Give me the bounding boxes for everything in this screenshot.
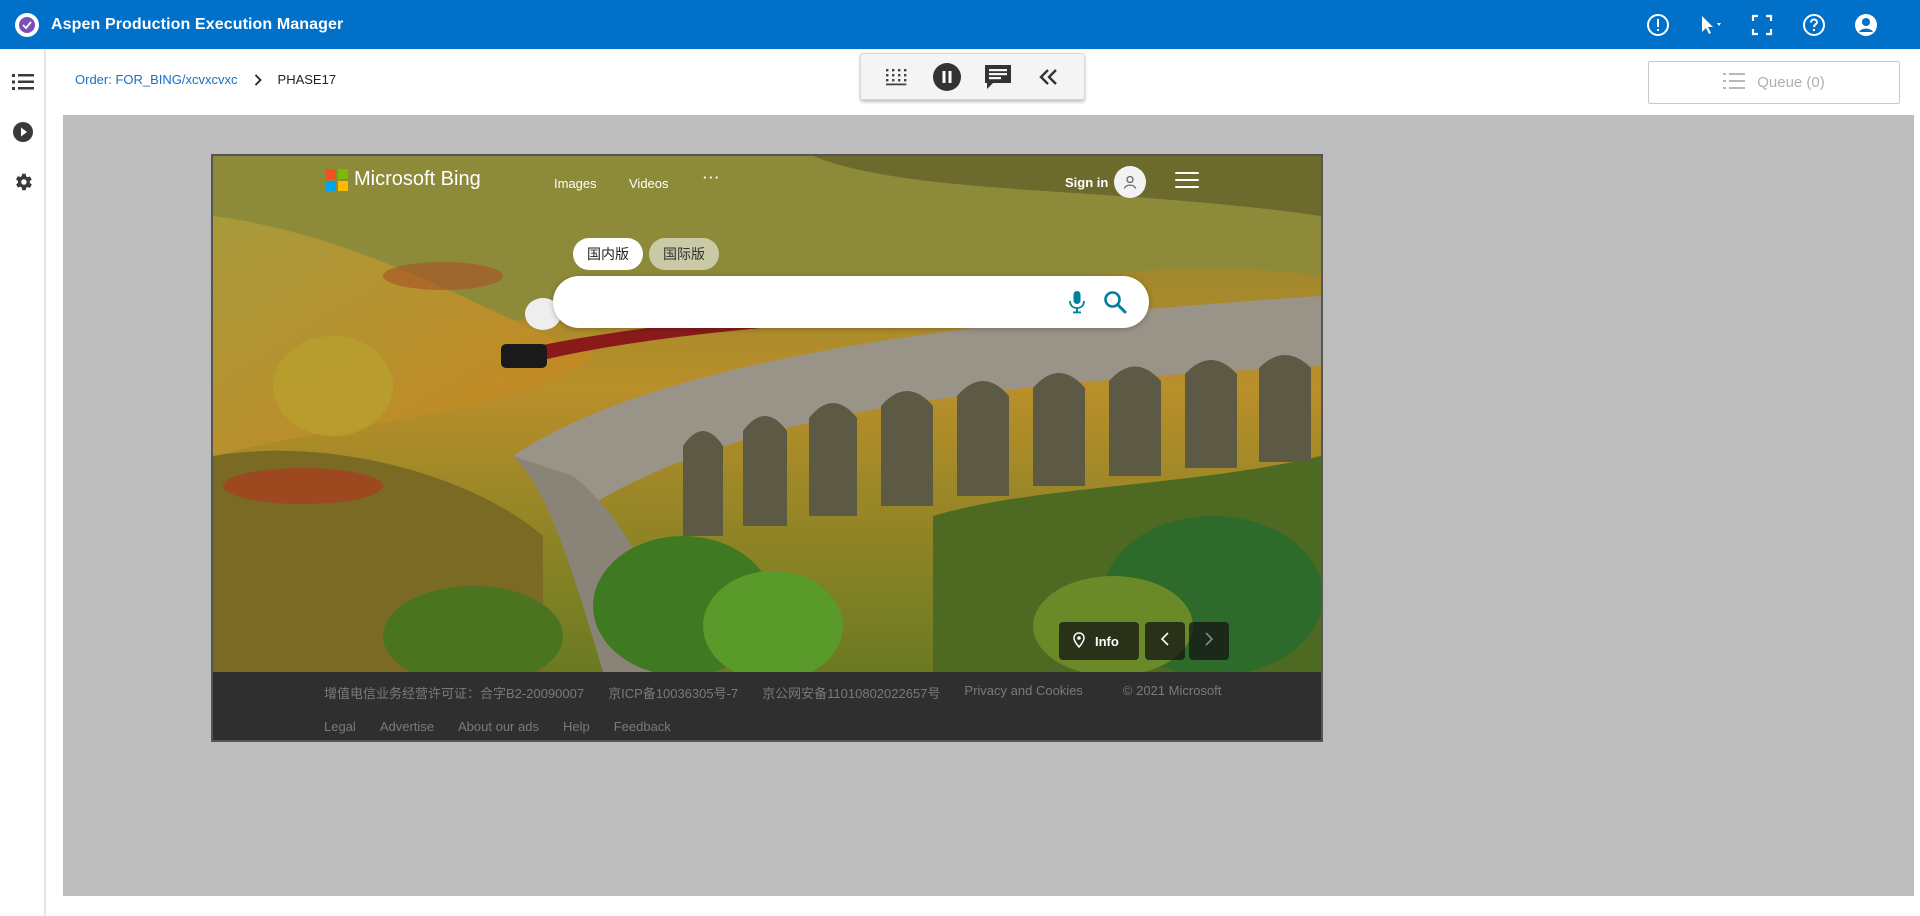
info-label: Info bbox=[1095, 633, 1119, 649]
sign-in-label: Sign in bbox=[1065, 174, 1109, 190]
fullscreen-icon[interactable] bbox=[1736, 0, 1788, 49]
footer-police-record[interactable]: 京公网安备11010802022657号 bbox=[762, 683, 940, 702]
left-sidebar bbox=[0, 49, 46, 916]
location-pin-icon bbox=[1073, 631, 1085, 651]
tab-domestic[interactable]: 国内版 bbox=[573, 238, 643, 270]
nav-videos[interactable]: Videos bbox=[629, 176, 669, 191]
previous-image-button[interactable] bbox=[1145, 622, 1185, 660]
bing-brand-text: Microsoft Bing bbox=[354, 168, 481, 190]
footer-feedback-link[interactable]: Feedback bbox=[614, 719, 671, 734]
collapse-left-icon[interactable] bbox=[1031, 59, 1067, 95]
footer-legal-link[interactable]: Legal bbox=[324, 719, 356, 734]
tab-international[interactable]: 国际版 bbox=[649, 238, 719, 270]
app-title: Aspen Production Execution Manager bbox=[51, 15, 344, 33]
search-box bbox=[553, 276, 1149, 328]
app-header: Aspen Production Execution Manager bbox=[0, 0, 1920, 49]
next-image-button[interactable] bbox=[1189, 622, 1229, 660]
footer-advertise-link[interactable]: Advertise bbox=[380, 719, 434, 734]
breadcrumb: Order: FOR_BING/xcvxcvxc PHASE17 bbox=[75, 72, 336, 87]
queue-label: Queue (0) bbox=[1757, 74, 1825, 91]
sign-in-button[interactable]: Sign in bbox=[1065, 166, 1147, 198]
microsoft-bing-logo[interactable]: Microsoft Bing bbox=[326, 168, 481, 191]
chevron-right-icon bbox=[254, 73, 262, 86]
bing-footer: 增值电信业务经营许可证：合字B2-20090007 京ICP备10036305号… bbox=[213, 672, 1321, 740]
account-icon[interactable] bbox=[1840, 0, 1892, 49]
list-icon[interactable] bbox=[10, 69, 36, 95]
alert-icon[interactable] bbox=[1632, 0, 1684, 49]
image-info-button[interactable]: Info bbox=[1059, 622, 1139, 660]
embedded-browser-view: Microsoft Bing Images Videos · · · Sign … bbox=[211, 154, 1323, 742]
comment-icon[interactable] bbox=[980, 59, 1016, 95]
session-toolbar bbox=[860, 53, 1085, 100]
keypad-icon[interactable] bbox=[878, 59, 914, 95]
settings-gear-icon[interactable] bbox=[10, 169, 36, 195]
search-input[interactable] bbox=[575, 276, 1045, 328]
nav-images[interactable]: Images bbox=[554, 176, 597, 191]
footer-legal-row: 增值电信业务经营许可证：合字B2-20090007 京ICP备10036305号… bbox=[324, 683, 1221, 702]
hamburger-menu-icon[interactable] bbox=[1175, 170, 1199, 190]
pause-icon[interactable] bbox=[929, 59, 965, 95]
breadcrumb-current: PHASE17 bbox=[277, 72, 337, 87]
queue-list-icon bbox=[1723, 72, 1746, 94]
footer-privacy-link[interactable]: Privacy and Cookies bbox=[964, 683, 1083, 702]
play-icon[interactable] bbox=[10, 119, 36, 145]
footer-license[interactable]: 增值电信业务经营许可证：合字B2-20090007 bbox=[324, 683, 584, 702]
microsoft-logo-icon bbox=[326, 168, 348, 191]
footer-copyright: © 2021 Microsoft bbox=[1122, 683, 1222, 698]
help-icon[interactable] bbox=[1788, 0, 1840, 49]
microphone-icon[interactable] bbox=[1063, 288, 1091, 316]
queue-button[interactable]: Queue (0) bbox=[1648, 61, 1900, 104]
bing-background-image bbox=[213, 156, 1321, 672]
nav-more[interactable]: · · · bbox=[703, 170, 719, 185]
footer-about-ads-link[interactable]: About our ads bbox=[458, 719, 539, 734]
aspen-logo-icon bbox=[15, 12, 39, 37]
chevron-right-icon bbox=[1204, 631, 1214, 652]
pointer-mode-icon[interactable] bbox=[1684, 0, 1736, 49]
footer-icp[interactable]: 京ICP备10036305号-7 bbox=[608, 683, 738, 702]
chevron-left-icon bbox=[1160, 631, 1170, 652]
footer-help-link[interactable]: Help bbox=[563, 719, 590, 734]
user-avatar-icon bbox=[1114, 166, 1147, 198]
region-tabs: 国内版 国际版 bbox=[573, 238, 719, 270]
search-icon[interactable] bbox=[1101, 288, 1129, 316]
breadcrumb-order-link[interactable]: Order: FOR_BING/xcvxcvxc bbox=[75, 72, 238, 87]
footer-links-row: Legal Advertise About our ads Help Feedb… bbox=[324, 719, 671, 734]
